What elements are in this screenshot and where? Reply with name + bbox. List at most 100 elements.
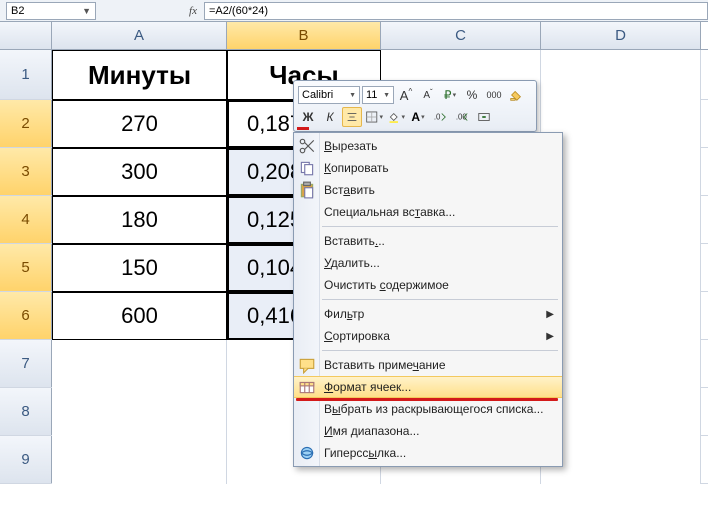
formula-input[interactable]: =A2/(60*24) [204,2,708,20]
cell-A7[interactable] [52,340,227,388]
increase-decimal-button[interactable]: .0 [430,107,450,127]
cell-D6[interactable] [541,292,701,340]
row-header-2[interactable]: 2 [0,100,52,147]
row-header-6[interactable]: 6 [0,292,52,339]
mini-toolbar: Calibri▼ 11▼ A^ Aˇ ₽▾ % 000 Ж К ▾ ▾ A ▾ … [293,80,537,132]
ctx-insert-comment[interactable]: Вставить примечание [294,354,562,376]
copy-icon [298,159,316,177]
comma-format-button[interactable]: 000 [484,85,504,105]
ctx-filter[interactable]: Фильтр ▶ [294,303,562,325]
row-header-7[interactable]: 7 [0,340,52,387]
chevron-right-icon: ▶ [546,331,554,342]
cell-A4[interactable]: 180 [52,196,227,244]
fill-color-button[interactable]: ▾ [386,107,406,127]
name-box[interactable]: B2 ▼ [6,2,96,20]
cell-D2[interactable] [541,100,701,148]
column-header-A[interactable]: A [52,22,227,49]
context-menu: Вырезать Копировать Вставить Специальная… [293,132,563,467]
font-color-button[interactable]: A ▾ [408,107,428,127]
ctx-hyperlink[interactable]: Гиперссылка... [294,442,562,464]
hyperlink-icon [298,444,316,462]
ctx-copy-label: Копировать [324,161,389,175]
ctx-paste-special[interactable]: Специальная вставка... [294,201,562,223]
red-annotation-underline [296,398,558,401]
svg-text:.0: .0 [434,113,441,122]
column-header-B[interactable]: B [227,22,381,49]
font-size-select[interactable]: 11▼ [362,86,394,104]
ctx-separator [322,226,558,227]
svg-text:.00: .00 [456,113,468,122]
ctx-insert-label: Вставить... [324,234,385,248]
formula-text: =A2/(60*24) [209,5,268,17]
ctx-name-range[interactable]: Имя диапазона... [294,420,562,442]
column-header-D[interactable]: D [541,22,701,49]
cell-D9[interactable] [541,436,701,484]
cell-A5[interactable]: 150 [52,244,227,292]
font-name-value: Calibri [302,89,333,101]
cell-D3[interactable] [541,148,701,196]
accounting-format-button[interactable]: ₽▾ [440,85,460,105]
borders-button[interactable]: ▾ [364,107,384,127]
cell-A8[interactable] [52,388,227,436]
cell-A6[interactable]: 600 [52,292,227,340]
ctx-insert[interactable]: Вставить... [294,230,562,252]
italic-button[interactable]: К [320,107,340,127]
format-painter-button[interactable] [506,85,526,105]
grow-font-button[interactable]: A^ [396,85,416,105]
ctx-clear[interactable]: Очистить содержимое [294,274,562,296]
font-size-value: 11 [366,89,377,101]
ctx-delete-label: Удалить... [324,256,380,270]
ctx-pick-from-list-label: Выбрать из раскрывающегося списка... [324,402,543,416]
ctx-format-cells-label: Формат ячеек... [324,380,411,394]
ctx-separator [322,299,558,300]
ctx-paste-label: Вставить [324,183,375,197]
row-header-5[interactable]: 5 [0,244,52,291]
align-center-button[interactable] [342,107,362,127]
ctx-pick-from-list[interactable]: Выбрать из раскрывающегося списка... [294,398,562,420]
row-header-8[interactable]: 8 [0,388,52,435]
font-name-select[interactable]: Calibri▼ [298,86,360,104]
decrease-decimal-button[interactable]: .00 [452,107,472,127]
formula-bar: B2 ▼ fx =A2/(60*24) [0,0,708,22]
cell-A1[interactable]: Минуты [52,50,227,100]
ctx-name-range-label: Имя диапазона... [324,424,419,438]
ctx-hyperlink-label: Гиперссылка... [324,446,406,460]
ctx-clear-label: Очистить содержимое [324,278,449,292]
select-all-corner[interactable] [0,22,52,49]
ctx-insert-comment-label: Вставить примечание [324,358,446,372]
ctx-paste[interactable]: Вставить [294,179,562,201]
row-header-4[interactable]: 4 [0,196,52,243]
ctx-sort[interactable]: Сортировка ▶ [294,325,562,347]
cell-D7[interactable] [541,340,701,388]
ctx-cut[interactable]: Вырезать [294,135,562,157]
format-cells-icon [298,378,316,396]
ctx-filter-label: Фильтр [324,307,364,321]
cell-D4[interactable] [541,196,701,244]
ctx-copy[interactable]: Копировать [294,157,562,179]
cell-D1[interactable] [541,50,701,100]
ctx-separator [322,350,558,351]
shrink-font-button[interactable]: Aˇ [418,85,438,105]
ctx-delete[interactable]: Удалить... [294,252,562,274]
row-header-3[interactable]: 3 [0,148,52,195]
name-box-value: B2 [11,5,24,17]
cell-A3[interactable]: 300 [52,148,227,196]
percent-format-button[interactable]: % [462,85,482,105]
ctx-paste-special-label: Специальная вставка... [324,205,455,219]
cell-A9[interactable] [52,436,227,484]
ctx-sort-label: Сортировка [324,329,390,343]
ctx-format-cells[interactable]: Формат ячеек... [294,376,562,398]
fx-icon[interactable]: fx [182,5,204,17]
chevron-right-icon: ▶ [546,309,554,320]
comment-icon [298,356,316,374]
row-header-1[interactable]: 1 [0,50,52,99]
chevron-down-icon[interactable]: ▼ [82,6,91,16]
scissors-icon [298,137,316,155]
cell-A2[interactable]: 270 [52,100,227,148]
column-header-C[interactable]: C [381,22,541,49]
row-header-9[interactable]: 9 [0,436,52,483]
cell-D5[interactable] [541,244,701,292]
cell-D8[interactable] [541,388,701,436]
merge-center-button[interactable] [474,107,494,127]
bold-button[interactable]: Ж [298,107,318,127]
